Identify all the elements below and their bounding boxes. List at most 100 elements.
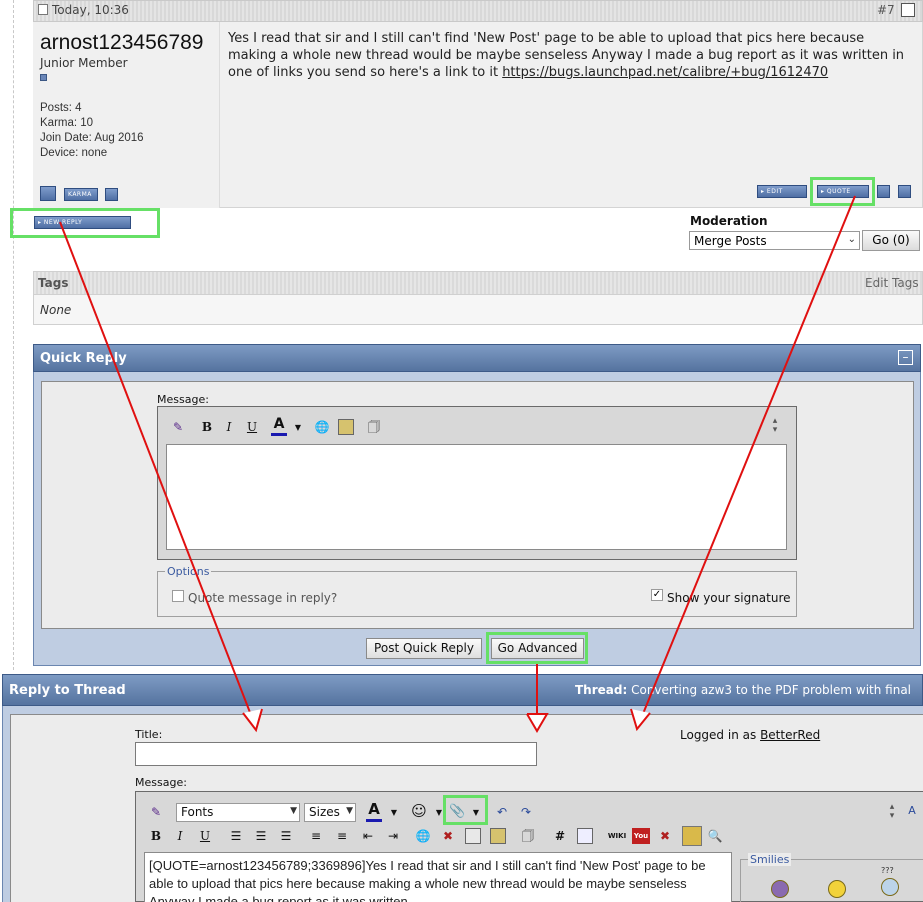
link-icon[interactable]: 🌐 — [415, 828, 431, 844]
user-stats: Posts: 4 Karma: 10 Join Date: Aug 2016 D… — [40, 101, 144, 161]
edit-button[interactable]: ▸ Edit — [757, 185, 807, 198]
indent-icon[interactable]: ⇥ — [385, 828, 401, 844]
report-post-button[interactable] — [105, 188, 118, 201]
multiquote-button[interactable] — [877, 185, 890, 198]
redo-icon[interactable]: ↷ — [518, 804, 534, 820]
moderation-go-button[interactable]: Go (0) — [862, 230, 920, 251]
tags-header — [33, 271, 923, 295]
user-join-date: Join Date: Aug 2016 — [40, 132, 144, 144]
youtube-button[interactable]: You — [632, 828, 650, 844]
switch-mode-icon[interactable]: A — [904, 803, 920, 819]
user-karma: Karma: 10 — [40, 117, 94, 129]
search-icon[interactable]: 🔍 — [707, 828, 723, 844]
chevron-down-icon: ⌄ — [847, 234, 856, 245]
bug-report-link[interactable]: https://bugs.launchpad.net/calibre/+bug/… — [502, 65, 828, 80]
new-reply-highlight — [10, 208, 160, 238]
moderation-select[interactable]: Merge Posts ⌄ — [689, 231, 860, 250]
quick-reply-message-label: Message: — [157, 393, 209, 406]
edit-tags-link[interactable]: Edit Tags — [865, 276, 919, 290]
moderation-label: Moderation — [690, 214, 768, 228]
unlink-icon[interactable]: ✖ — [440, 828, 456, 844]
quote-icon[interactable]: 🗍 — [366, 419, 382, 435]
image-icon[interactable] — [338, 419, 354, 435]
resize-icon[interactable]: ▴ ▾ — [767, 417, 783, 435]
bold-button[interactable]: B — [199, 419, 215, 435]
align-right-icon[interactable]: ☰ — [278, 828, 294, 844]
quick-reply-toolbar: ✎ B I U A ▼ 🌐 🗍 ▴ ▾ — [166, 414, 788, 442]
quote-icon[interactable]: 🗍 — [520, 828, 536, 844]
tags-title: Tags — [38, 276, 69, 290]
undo-icon[interactable]: ↶ — [494, 804, 510, 820]
smiley-happy-icon[interactable] — [828, 880, 846, 898]
quote-highlight — [810, 177, 875, 206]
italic-button[interactable]: I — [221, 419, 237, 435]
remove-format-icon[interactable]: ✎ — [170, 419, 186, 435]
image-icon[interactable] — [490, 828, 506, 844]
logged-in-as: Logged in as BetterRed — [680, 728, 821, 742]
chevron-down-icon: ▼ — [346, 806, 353, 816]
document-icon — [38, 4, 48, 15]
quick-reply-textarea[interactable] — [166, 444, 787, 550]
underline-button[interactable]: U — [244, 419, 260, 435]
post-date: Today, 10:36 — [38, 3, 129, 17]
email-icon[interactable] — [465, 828, 481, 844]
collapse-icon[interactable]: – — [898, 350, 913, 365]
quote-message-checkbox[interactable] — [172, 590, 184, 602]
italic-button[interactable]: I — [172, 828, 188, 844]
smiley-icon[interactable]: ☺ — [411, 803, 427, 819]
sizes-select[interactable]: Sizes ▼ — [304, 803, 356, 822]
smiley-sad-icon[interactable] — [771, 880, 789, 898]
chevron-down-icon[interactable]: ▼ — [386, 805, 402, 821]
reply-message-textarea[interactable]: [QUOTE=arnost123456789;3369896]Yes I rea… — [144, 852, 732, 902]
reply-quote-text: [QUOTE=arnost123456789;3369896]Yes I rea… — [149, 858, 706, 902]
post-quick-reply-button[interactable]: Post Quick Reply — [366, 638, 482, 659]
post-username[interactable]: arnost123456789 — [40, 31, 203, 55]
html-icon[interactable] — [577, 828, 593, 844]
quick-reply-title: Quick Reply — [40, 351, 127, 366]
text-color-button[interactable]: A — [271, 416, 287, 436]
smiley-confused-icon[interactable] — [881, 878, 899, 896]
align-left-icon[interactable]: ☰ — [228, 828, 244, 844]
attachment-highlight — [443, 795, 488, 825]
code-hash-button[interactable]: # — [552, 828, 568, 844]
user-offline-icon — [40, 186, 56, 201]
title-input[interactable] — [135, 742, 537, 766]
left-gutter — [0, 0, 14, 670]
align-center-icon[interactable]: ☰ — [253, 828, 269, 844]
smiley-question-label: ??? — [881, 866, 894, 875]
unordered-list-icon[interactable]: ≡ — [334, 828, 350, 844]
bold-button[interactable]: B — [148, 828, 164, 844]
spoiler-icon[interactable]: ✖ — [657, 828, 673, 844]
chevron-down-icon: ▼ — [290, 806, 297, 816]
smilies-legend: Smilies — [748, 853, 792, 866]
link-icon[interactable]: 🌐 — [314, 419, 330, 435]
ordered-list-icon[interactable]: ≡ — [308, 828, 324, 844]
outdent-icon[interactable]: ⇤ — [360, 828, 376, 844]
chevron-down-icon[interactable]: ▼ — [290, 420, 306, 436]
karma-button[interactable]: Karma — [64, 188, 98, 201]
user-posts: Posts: 4 — [40, 102, 82, 114]
user-device: Device: none — [40, 147, 108, 159]
select-post-checkbox[interactable] — [901, 3, 915, 17]
fonts-select[interactable]: Fonts ▼ — [176, 803, 300, 822]
show-signature-label: Show your signature — [667, 591, 791, 605]
post-header — [33, 0, 923, 22]
text-color-button[interactable]: A — [366, 801, 382, 822]
resize-icon[interactable]: ▴ ▾ — [884, 803, 900, 821]
tags-body — [33, 295, 923, 325]
post-number-link[interactable]: #7 — [877, 3, 895, 17]
quote-message-label: Quote message in reply? — [188, 591, 338, 605]
logged-in-user-link[interactable]: BetterRed — [760, 728, 820, 742]
quick-reply-button[interactable] — [898, 185, 911, 198]
options-legend: Options — [165, 565, 212, 578]
go-advanced-highlight — [486, 632, 588, 664]
remove-format-icon[interactable]: ✎ — [148, 804, 164, 820]
show-signature-checkbox[interactable]: ✓ — [651, 589, 663, 601]
wiki-button[interactable]: WIKI — [606, 828, 628, 844]
tags-value: None — [40, 303, 72, 317]
thread-name: Thread: Converting azw3 to the PDF probl… — [575, 683, 911, 697]
image-gallery-icon[interactable] — [682, 826, 702, 846]
reply-message-label: Message: — [135, 776, 187, 789]
underline-button[interactable]: U — [197, 828, 213, 844]
reply-thread-title: Reply to Thread — [9, 683, 126, 698]
